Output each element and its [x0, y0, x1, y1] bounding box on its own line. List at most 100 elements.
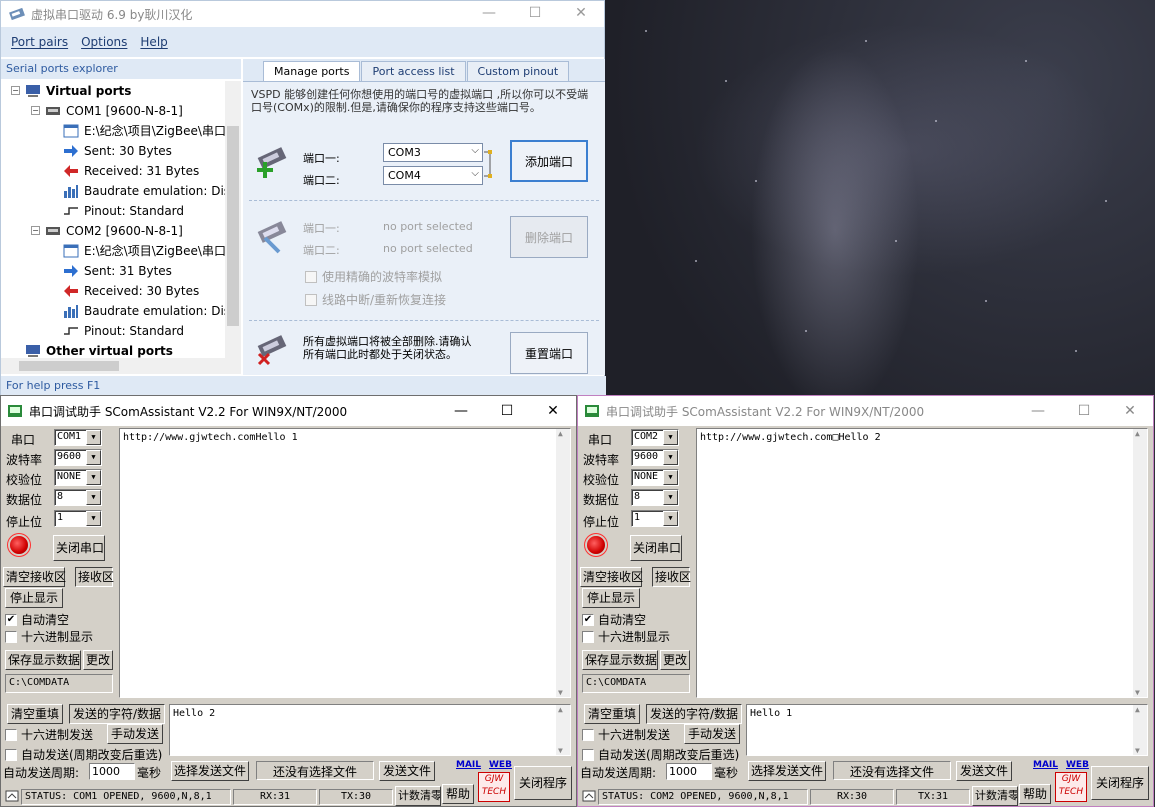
auto-send-checkbox[interactable]: 自动发送(周期改变后重选) [5, 746, 162, 763]
minimize-button[interactable]: — [1015, 396, 1061, 426]
tree-horizontal-scrollbar[interactable] [1, 358, 241, 374]
tab-port-access-list[interactable]: Port access list [361, 61, 466, 81]
send-scrollbar[interactable] [556, 705, 570, 755]
parity-select[interactable]: NONE ▼ [631, 469, 679, 486]
reconnect-checkbox[interactable]: 线路中断/重新恢复连接 [305, 291, 446, 308]
manual-send-button[interactable]: 手动发送 [107, 724, 163, 744]
minimize-button[interactable]: — [438, 396, 484, 426]
menu-help[interactable]: Help [140, 35, 167, 49]
reset-ports-button[interactable]: 重置端口 [510, 332, 588, 374]
hex-display-checkbox[interactable]: 十六进制显示 [582, 628, 670, 645]
tree-com1[interactable]: COM1 [9600-N-8-1] [45, 101, 183, 121]
tree-com1-path[interactable]: E:\纪念\项目\ZigBee\串口 [63, 121, 226, 141]
help-button[interactable]: 帮助 [1019, 784, 1051, 804]
clear-refill-button[interactable]: 清空重填 [7, 704, 63, 724]
add-port-button[interactable]: 添加端口 [510, 140, 588, 182]
receive-scrollbar[interactable] [1133, 429, 1147, 697]
receive-textarea[interactable]: http://www.gjwtech.comHello 1 [119, 428, 571, 698]
change-path-button[interactable]: 更改 [83, 650, 113, 670]
clear-refill-button[interactable]: 清空重填 [584, 704, 640, 724]
count-clear-button[interactable]: 计数清零 [972, 786, 1018, 806]
count-clear-button[interactable]: 计数清零 [395, 786, 441, 806]
tree-virtual-ports[interactable]: Virtual ports [25, 81, 131, 101]
send-chars-button[interactable]: 发送的字符/数据 [69, 704, 165, 724]
tab-custom-pinout[interactable]: Custom pinout [466, 61, 570, 81]
tree-com1-baud[interactable]: Baudrate emulation: Dis [63, 181, 230, 201]
hex-display-checkbox[interactable]: 十六进制显示 [5, 628, 93, 645]
save-data-button[interactable]: 保存显示数据 [582, 650, 658, 670]
choose-file-button[interactable]: 选择发送文件 [748, 761, 826, 781]
tree-com2-sent[interactable]: Sent: 31 Bytes [63, 261, 172, 281]
tree-com2[interactable]: COM2 [9600-N-8-1] [45, 221, 183, 241]
port-select[interactable]: COM1 ▼ [54, 429, 102, 446]
close-program-button[interactable]: 关闭程序 [1091, 766, 1149, 800]
tab-manage-ports[interactable]: Manage ports [263, 61, 361, 82]
send-textarea[interactable]: Hello 2 [169, 704, 571, 756]
auto-clear-checkbox[interactable]: ✔ 自动清空 [5, 611, 69, 628]
send-chars-button[interactable]: 发送的字符/数据 [646, 704, 742, 724]
tree-com2-baud[interactable]: Baudrate emulation: Dis [63, 301, 230, 321]
receive-textarea[interactable]: http://www.gjwtech.com□Hello 2 [696, 428, 1148, 698]
tree-com2-received[interactable]: Received: 30 Bytes [63, 281, 199, 301]
tree-vertical-scrollbar[interactable] [225, 81, 241, 358]
close-port-button[interactable]: 关闭串口 [53, 535, 105, 561]
stop-display-button[interactable]: 停止显示 [5, 588, 63, 608]
databits-select[interactable]: 8 ▼ [54, 489, 102, 506]
send-file-button[interactable]: 发送文件 [379, 761, 435, 781]
help-button[interactable]: 帮助 [442, 784, 474, 804]
period-input[interactable]: 1000 [666, 763, 712, 780]
choose-file-button[interactable]: 选择发送文件 [171, 761, 249, 781]
send-scrollbar[interactable] [1133, 705, 1147, 755]
receive-area-button[interactable]: 接收区 [75, 567, 114, 587]
stopbits-select[interactable]: 1 ▼ [631, 510, 679, 527]
web-link[interactable]: WEB [1066, 760, 1089, 770]
send-file-button[interactable]: 发送文件 [956, 761, 1012, 781]
maximize-button[interactable]: ☐ [1061, 396, 1107, 426]
receive-scrollbar[interactable] [556, 429, 570, 697]
change-path-button[interactable]: 更改 [660, 650, 690, 670]
mail-link[interactable]: MAIL [1033, 760, 1058, 770]
strict-baud-checkbox[interactable]: 使用精确的波特率模拟 [305, 268, 442, 285]
port-select[interactable]: COM2 ▼ [631, 429, 679, 446]
manual-send-button[interactable]: 手动发送 [684, 724, 740, 744]
stop-display-button[interactable]: 停止显示 [582, 588, 640, 608]
tree-com1-sent[interactable]: Sent: 30 Bytes [63, 141, 172, 161]
tree-com1-received[interactable]: Received: 31 Bytes [63, 161, 199, 181]
minimize-button[interactable]: — [466, 1, 512, 27]
port1-select[interactable]: COM3 ⌵ [383, 143, 483, 162]
save-data-button[interactable]: 保存显示数据 [5, 650, 81, 670]
clear-receive-button[interactable]: 清空接收区 [580, 567, 643, 587]
tree-other-ports[interactable]: Other virtual ports [25, 341, 173, 358]
period-input[interactable]: 1000 [89, 763, 135, 780]
maximize-button[interactable]: ☐ [484, 396, 530, 426]
tree-com2-pinout[interactable]: Pinout: Standard [63, 321, 184, 341]
collapse-icon[interactable]: − [11, 86, 20, 95]
send-textarea[interactable]: Hello 1 [746, 704, 1148, 756]
baud-select[interactable]: 9600 ▼ [631, 449, 679, 466]
close-button[interactable]: ✕ [558, 1, 604, 27]
close-button[interactable]: ✕ [1107, 396, 1153, 426]
databits-select[interactable]: 8 ▼ [631, 489, 679, 506]
parity-select[interactable]: NONE ▼ [54, 469, 102, 486]
clear-receive-button[interactable]: 清空接收区 [3, 567, 66, 587]
tree-com1-pinout[interactable]: Pinout: Standard [63, 201, 184, 221]
menu-options[interactable]: Options [81, 35, 127, 49]
auto-clear-checkbox[interactable]: ✔ 自动清空 [582, 611, 646, 628]
tree-com2-path[interactable]: E:\纪念\项目\ZigBee\串口 [63, 241, 226, 261]
close-button[interactable]: ✕ [530, 396, 576, 426]
web-link[interactable]: WEB [489, 760, 512, 770]
menu-port-pairs[interactable]: Port pairs [11, 35, 68, 49]
delete-port-button[interactable]: 删除端口 [510, 216, 588, 258]
hex-send-checkbox[interactable]: 十六进制发送 [582, 726, 670, 743]
baud-select[interactable]: 9600 ▼ [54, 449, 102, 466]
close-port-button[interactable]: 关闭串口 [630, 535, 682, 561]
collapse-icon[interactable]: − [31, 106, 40, 115]
hex-send-checkbox[interactable]: 十六进制发送 [5, 726, 93, 743]
close-program-button[interactable]: 关闭程序 [514, 766, 572, 800]
port2-select[interactable]: COM4 ⌵ [383, 166, 483, 185]
collapse-icon[interactable]: − [31, 226, 40, 235]
maximize-button[interactable]: ☐ [512, 1, 558, 27]
auto-send-checkbox[interactable]: 自动发送(周期改变后重选) [582, 746, 739, 763]
stopbits-select[interactable]: 1 ▼ [54, 510, 102, 527]
mail-link[interactable]: MAIL [456, 760, 481, 770]
